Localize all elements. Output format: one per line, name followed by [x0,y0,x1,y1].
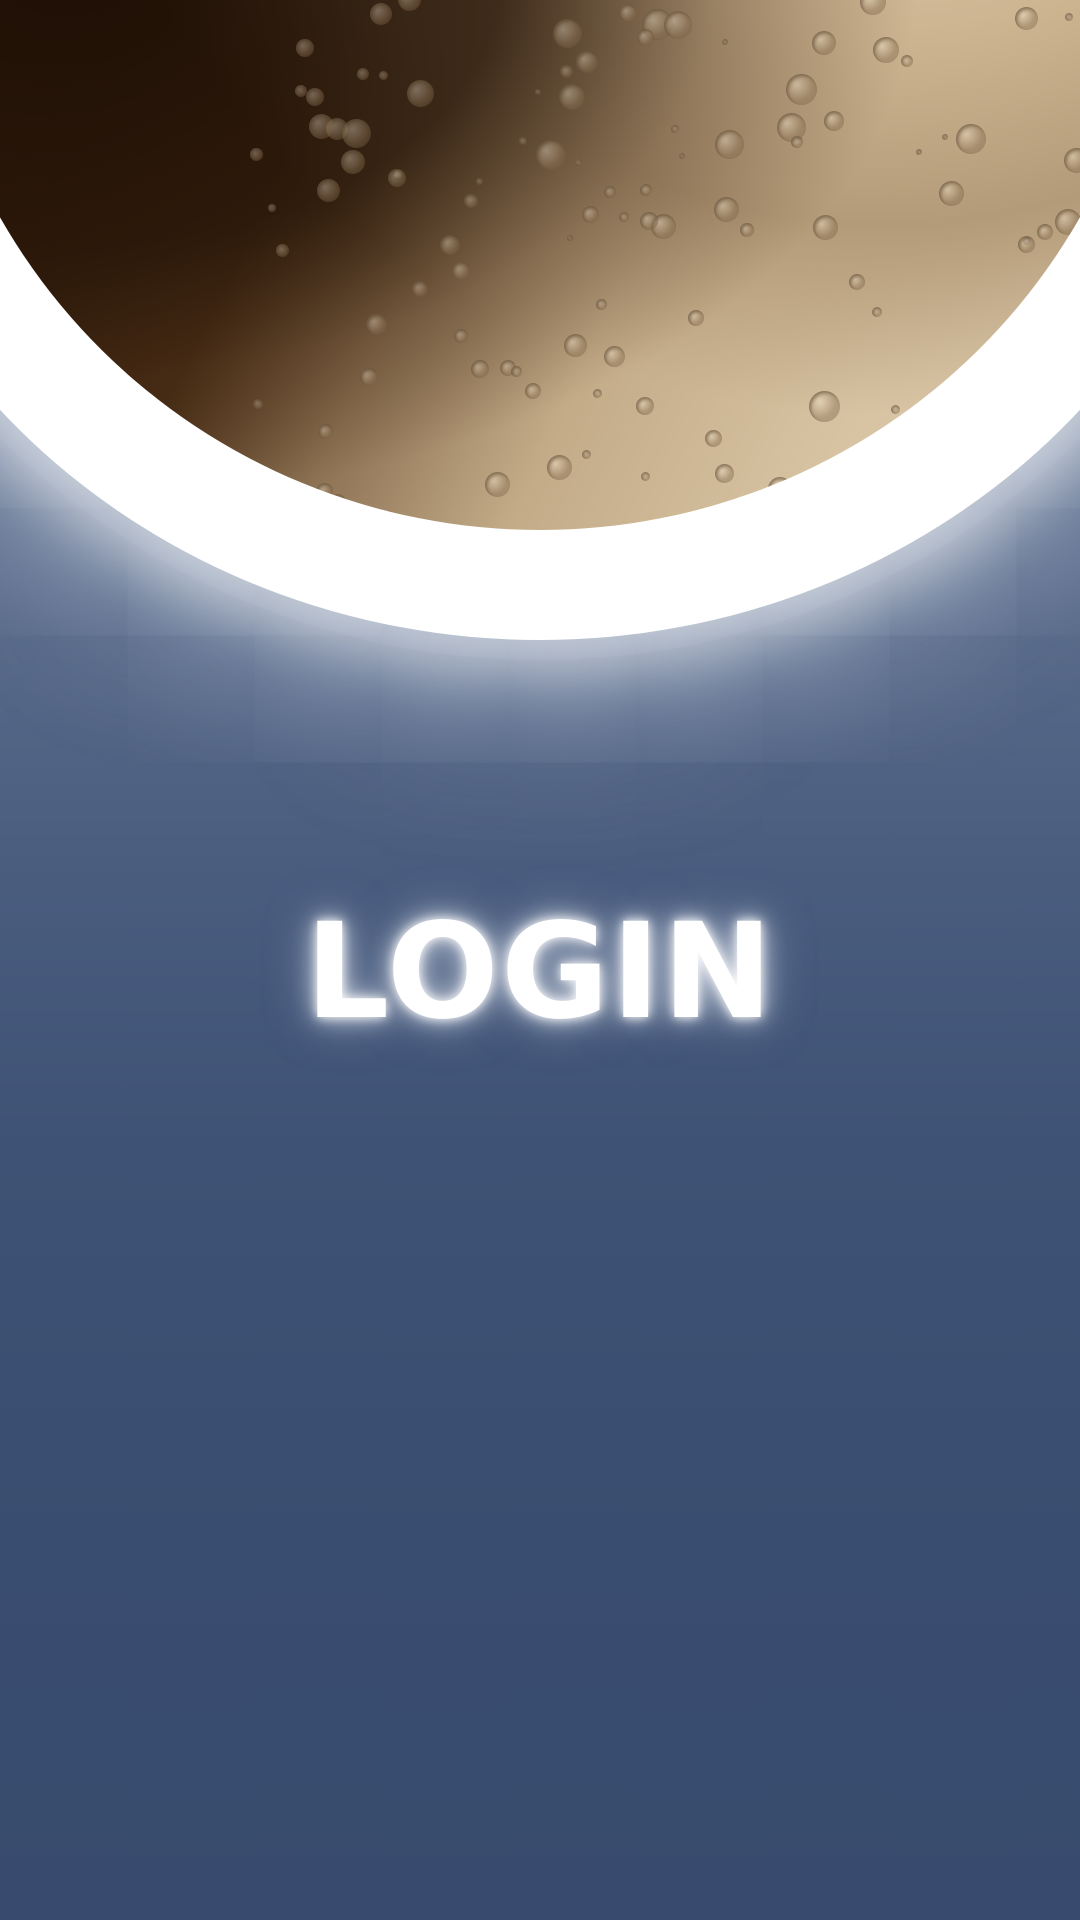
crater [360,367,379,386]
crater [366,313,388,335]
crater [603,345,625,367]
crater [581,205,599,223]
crater [1076,480,1080,488]
crater [619,3,638,22]
crater [714,129,744,159]
crater [574,158,582,166]
crater [475,177,483,185]
crater [786,73,818,105]
crater [534,88,541,95]
crater [938,181,964,207]
crater [996,340,1028,372]
crater [722,38,729,45]
crater [915,148,922,155]
crater [639,211,658,230]
crater [369,3,392,26]
crater [463,194,478,209]
crater [387,169,406,188]
crater [316,482,334,500]
crater [306,87,325,106]
crater [640,471,650,481]
crater [553,18,583,48]
crater [453,328,468,343]
crater [704,430,722,448]
crater [924,409,938,423]
crater [518,136,527,145]
crater [1047,293,1066,312]
moon-icon [0,0,1080,530]
crater [687,309,704,326]
crater [317,423,333,439]
crater [1065,12,1074,21]
crater [714,463,734,483]
crater [252,398,263,409]
crater [1017,235,1035,253]
crater [1026,321,1044,339]
crater [439,235,460,256]
crater [566,234,573,241]
crater [340,150,365,175]
crater [1055,208,1080,235]
crater [824,110,845,131]
login-screen: LOGIN [0,0,1080,1920]
crater [564,333,588,357]
crater [295,38,314,57]
crater [484,472,510,498]
crater [1036,223,1053,240]
crater [808,390,840,422]
login-button[interactable]: LOGIN [0,895,1080,1049]
crater [956,123,987,154]
crater [640,184,653,197]
crater [872,306,883,317]
crater [411,280,428,297]
crater [891,404,901,414]
crater [1041,283,1051,293]
crater [308,114,334,140]
crater [739,222,754,237]
crater [524,382,541,399]
crater [636,396,655,415]
crater [636,28,654,46]
crater [294,85,307,98]
crater [872,36,899,63]
crater [510,365,522,377]
crater [767,477,792,502]
moon-shadow [0,0,1080,530]
